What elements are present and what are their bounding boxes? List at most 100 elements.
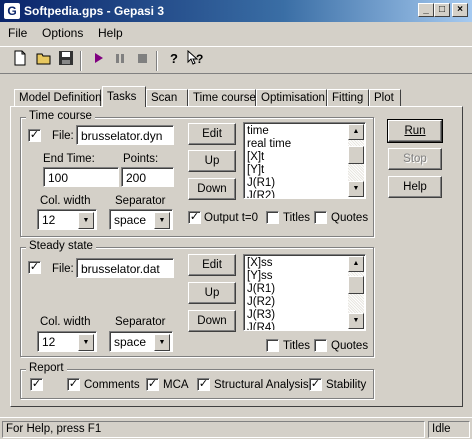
new-file-icon[interactable]: [9, 50, 31, 72]
time-course-separator-select[interactable]: space ▼: [109, 209, 173, 230]
time-course-file-field[interactable]: brusselator.dyn: [76, 125, 174, 145]
list-item[interactable]: [X]ss: [247, 257, 275, 270]
scroll-up-icon[interactable]: ▲: [348, 256, 364, 272]
close-icon[interactable]: ×: [452, 3, 468, 17]
toolbar-separator: [80, 51, 82, 71]
tab-model-definition[interactable]: Model Definition: [14, 89, 101, 107]
list-item[interactable]: real time: [247, 138, 291, 151]
chevron-down-icon[interactable]: ▼: [78, 334, 94, 351]
chevron-down-icon[interactable]: ▼: [154, 212, 170, 229]
steady-state-down-button[interactable]: Down: [188, 310, 236, 332]
steady-state-file-checkbox[interactable]: ✓: [28, 261, 41, 274]
end-time-label: End Time:: [43, 153, 95, 165]
output-t0-label: Output t=0: [204, 212, 259, 224]
output-t0-checkbox[interactable]: ✓: [188, 211, 201, 224]
chevron-down-icon[interactable]: ▼: [78, 212, 94, 229]
scroll-down-icon[interactable]: ▼: [348, 313, 364, 329]
steady-state-edit-button[interactable]: Edit: [188, 254, 236, 276]
time-course-separator-value: space: [114, 213, 147, 227]
menu-help[interactable]: Help: [98, 26, 123, 40]
menu-file[interactable]: File: [8, 26, 27, 40]
time-course-col-width-select[interactable]: 12 ▼: [37, 209, 97, 230]
scroll-thumb[interactable]: [348, 276, 364, 294]
steady-state-separator-value: space: [114, 335, 147, 349]
menu-options[interactable]: Options: [42, 26, 83, 40]
steady-state-titles-label: Titles: [283, 340, 311, 352]
stop-button[interactable]: Stop: [388, 148, 442, 170]
list-item[interactable]: [X]t: [247, 151, 291, 164]
list-item[interactable]: J(R1): [247, 177, 291, 190]
steady-state-separator-select[interactable]: space ▼: [109, 331, 173, 352]
help-icon[interactable]: ?: [163, 50, 185, 72]
steady-state-up-button[interactable]: Up: [188, 282, 236, 304]
open-folder-icon[interactable]: [33, 50, 55, 72]
list-item[interactable]: J(R2): [247, 190, 291, 198]
scroll-down-icon[interactable]: ▼: [348, 181, 364, 197]
steady-state-quotes-checkbox[interactable]: [314, 339, 327, 352]
stability-checkbox[interactable]: ✓: [309, 378, 322, 391]
time-course-titles-checkbox[interactable]: [266, 211, 279, 224]
time-course-quotes-label: Quotes: [331, 212, 369, 224]
tab-plot[interactable]: Plot: [369, 89, 401, 107]
tab-fitting[interactable]: Fitting: [327, 89, 369, 107]
list-item[interactable]: J(R1): [247, 283, 275, 296]
steady-state-variable-list[interactable]: [X]ss [Y]ss J(R1) J(R2) J(R3) J(R4) ▲ ▼: [243, 254, 366, 331]
save-disk-icon[interactable]: [55, 50, 77, 72]
steady-state-col-width-label: Col. width: [40, 316, 91, 328]
list-item[interactable]: J(R2): [247, 296, 275, 309]
menu-bar: File Options Help: [0, 22, 472, 44]
help-button[interactable]: Help: [388, 176, 442, 198]
steady-state-list-scrollbar[interactable]: ▲ ▼: [348, 256, 364, 329]
time-course-variable-list[interactable]: time real time [X]t [Y]t J(R1) J(R2) ▲ ▼: [243, 122, 366, 199]
stop-icon[interactable]: [131, 50, 153, 72]
list-item[interactable]: J(R4): [247, 322, 275, 330]
context-help-icon[interactable]: ?: [185, 49, 207, 72]
time-course-quotes-checkbox[interactable]: [314, 211, 327, 224]
title-bar[interactable]: G Softpedia.gps - Gepasi 3 _ □ ×: [0, 0, 472, 22]
report-checkbox[interactable]: ✓: [30, 378, 43, 391]
time-course-file-label: File:: [52, 130, 74, 142]
steady-state-separator-label: Separator: [115, 316, 166, 328]
list-item[interactable]: J(R3): [247, 309, 275, 322]
maximize-icon[interactable]: □: [434, 3, 450, 17]
tab-optimisation[interactable]: Optimisation: [256, 89, 327, 107]
steady-state-col-width-value: 12: [42, 335, 56, 349]
time-course-separator-label: Separator: [115, 195, 166, 207]
time-course-group-title: Time course: [26, 110, 95, 122]
run-play-icon[interactable]: [87, 50, 109, 72]
scroll-thumb[interactable]: [348, 146, 364, 164]
steady-state-group-title: Steady state: [26, 240, 96, 252]
minimize-icon[interactable]: _: [418, 3, 434, 17]
tab-tasks[interactable]: Tasks: [102, 86, 146, 107]
window-title: Softpedia.gps - Gepasi 3: [24, 4, 165, 18]
comments-checkbox[interactable]: ✓: [67, 378, 80, 391]
chevron-down-icon[interactable]: ▼: [154, 334, 170, 351]
list-item[interactable]: [Y]ss: [247, 270, 275, 283]
run-button[interactable]: Run: [387, 119, 443, 143]
tab-scan[interactable]: Scan: [146, 89, 188, 107]
list-item[interactable]: time: [247, 125, 291, 138]
time-course-file-checkbox[interactable]: ✓: [28, 129, 41, 142]
steady-state-titles-checkbox[interactable]: [266, 339, 279, 352]
points-field[interactable]: 200: [121, 167, 174, 187]
steady-state-col-width-select[interactable]: 12 ▼: [37, 331, 97, 352]
time-course-col-width-value: 12: [42, 213, 56, 227]
time-course-edit-button[interactable]: Edit: [188, 123, 236, 145]
structural-analysis-label: Structural Analysis: [214, 379, 309, 391]
mca-checkbox[interactable]: ✓: [146, 378, 159, 391]
status-bar: For Help, press F1 Idle: [0, 417, 472, 439]
steady-state-file-field[interactable]: brusselator.dat: [76, 258, 174, 278]
run-button-label: Run: [404, 125, 426, 137]
steady-state-file-label: File:: [52, 263, 74, 275]
end-time-field[interactable]: 100: [43, 167, 119, 187]
scroll-up-icon[interactable]: ▲: [348, 124, 364, 140]
tab-time-course[interactable]: Time course: [188, 89, 256, 107]
time-course-down-button[interactable]: Down: [188, 178, 236, 200]
pause-icon[interactable]: [109, 50, 131, 72]
list-item[interactable]: [Y]t: [247, 164, 291, 177]
structural-analysis-checkbox[interactable]: ✓: [197, 378, 210, 391]
time-course-up-button[interactable]: Up: [188, 150, 236, 172]
time-course-list-scrollbar[interactable]: ▲ ▼: [348, 124, 364, 197]
stability-label: Stability: [326, 379, 367, 391]
mca-label: MCA: [163, 379, 189, 391]
